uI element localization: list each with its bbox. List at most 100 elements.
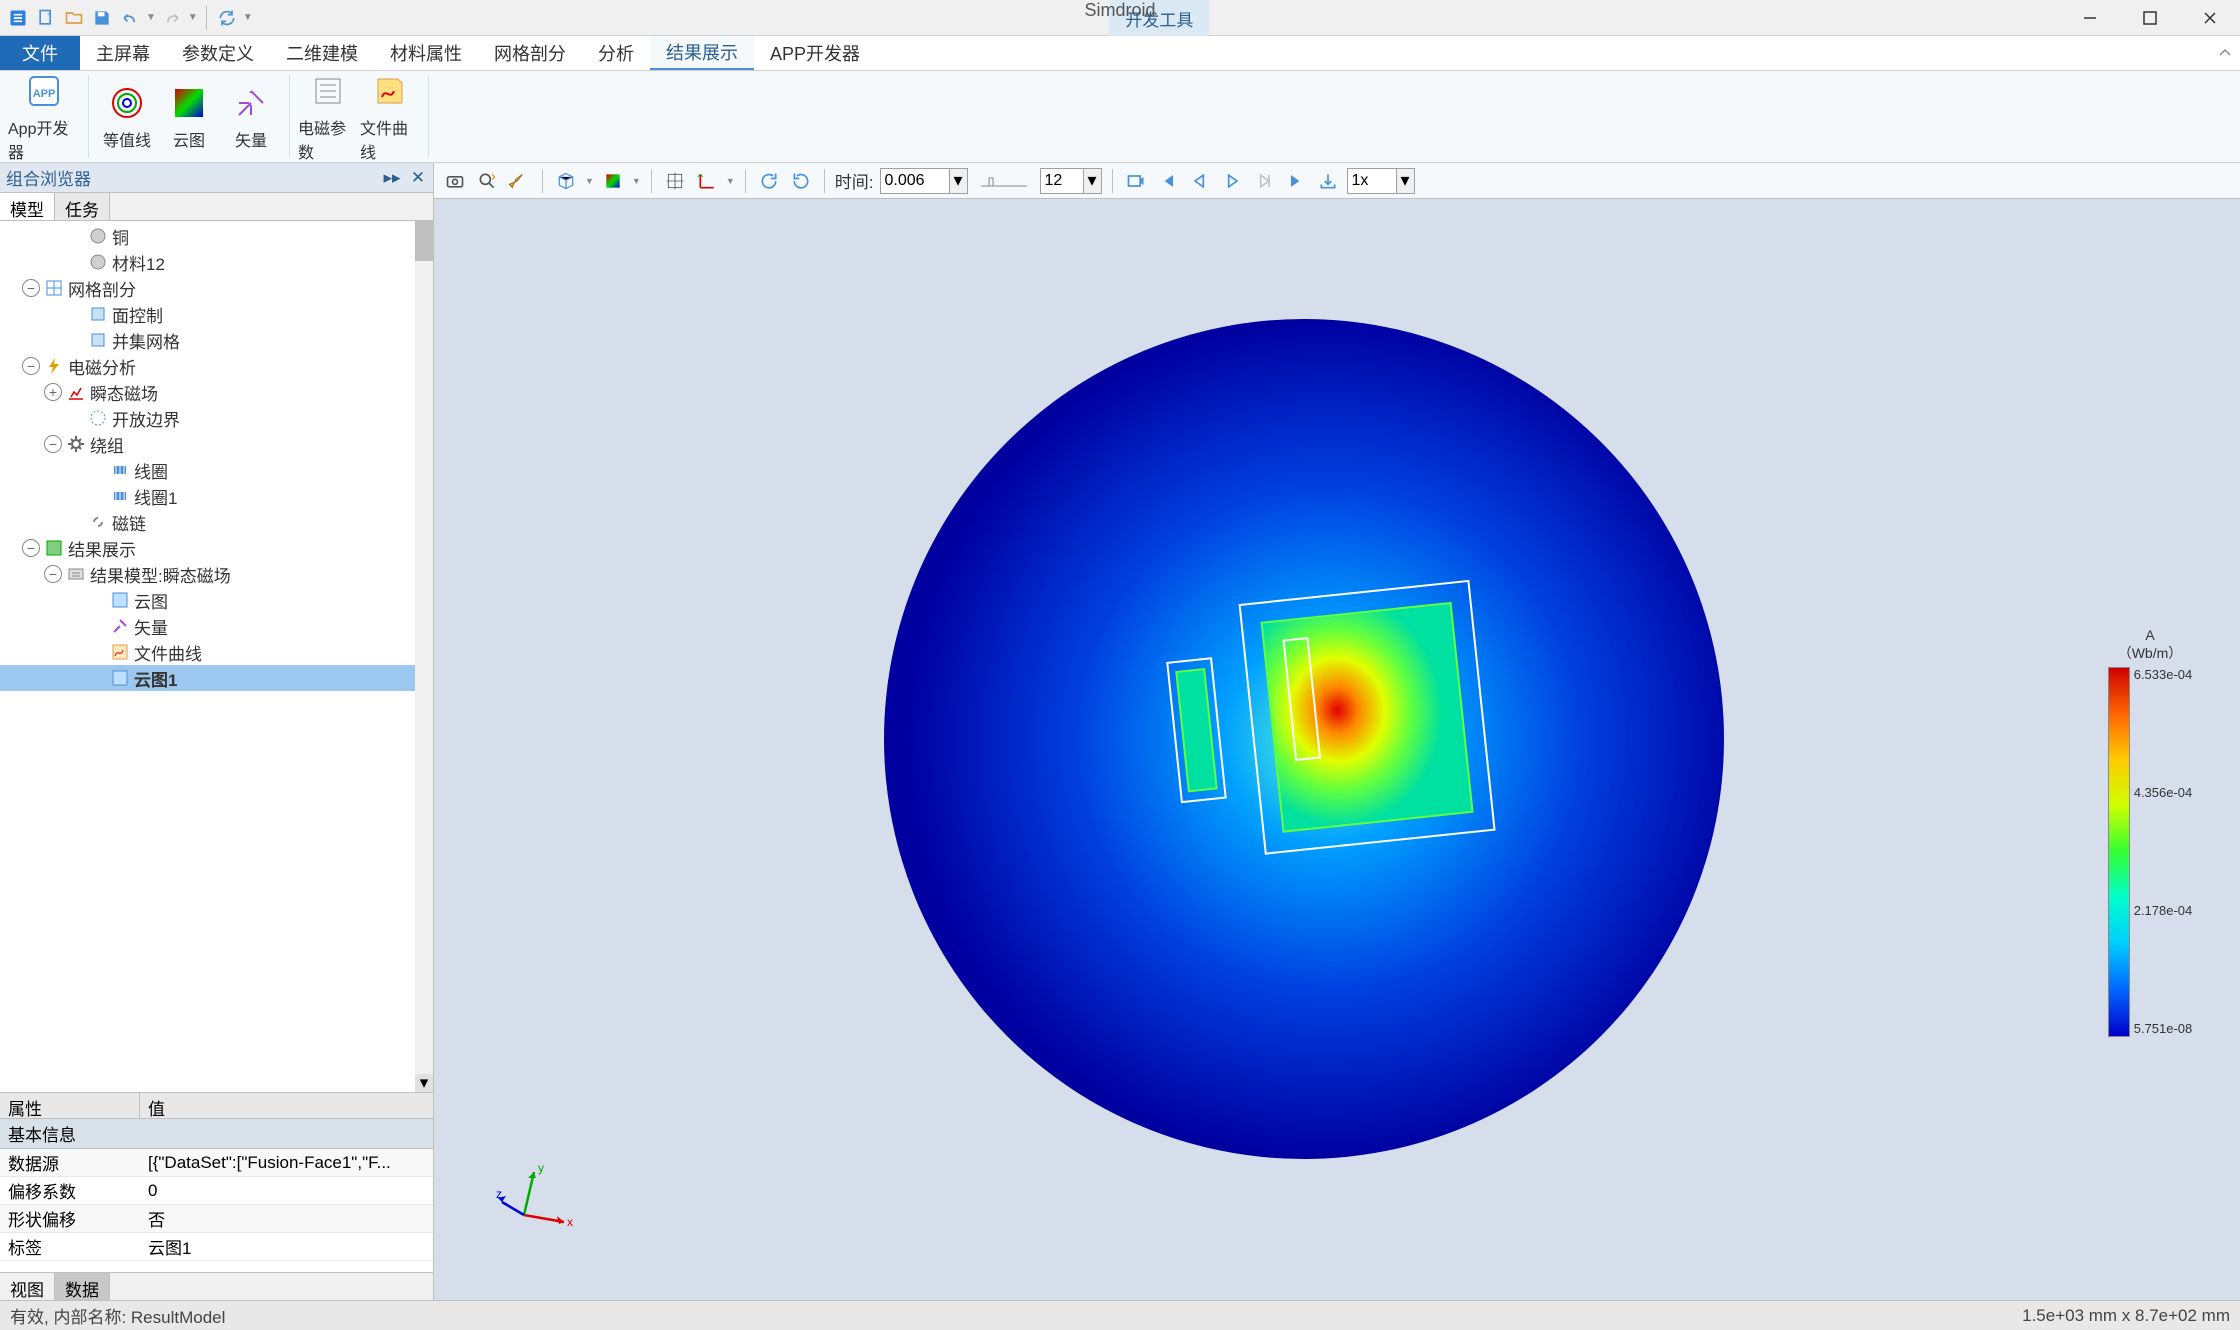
camera-icon[interactable]	[442, 168, 468, 194]
model-icon	[66, 564, 86, 584]
ribbon-expand-icon[interactable]	[2210, 36, 2240, 70]
tree-item-16[interactable]: 文件曲线	[0, 639, 433, 665]
chevron-down-icon[interactable]: ▾	[950, 168, 968, 194]
tree-toggle-icon[interactable]: +	[44, 383, 62, 401]
chevron-down-icon[interactable]: ▼	[726, 176, 735, 186]
axes-icon[interactable]	[694, 168, 720, 194]
viewport-3d[interactable]: x y z A （Wb/m） 6.533e-044.356e-042.178e-…	[434, 199, 2240, 1300]
tree-toggle-icon[interactable]: −	[22, 539, 40, 557]
tree-item-14[interactable]: 云图	[0, 587, 433, 613]
skip-first-icon[interactable]	[1155, 168, 1181, 194]
menu-tab-6[interactable]: 结果展示	[650, 36, 754, 70]
tree-item-0[interactable]: 铜	[0, 223, 433, 249]
props-section: 基本信息	[0, 1119, 433, 1149]
ribbon: APP App开发器 等值线 云图 矢量 电磁参数 文件曲线	[0, 71, 2240, 163]
step-forward-icon[interactable]	[1251, 168, 1277, 194]
colormap-icon[interactable]	[600, 168, 626, 194]
tree-item-10[interactable]: 线圈1	[0, 483, 433, 509]
chevron-down-icon[interactable]: ▾	[1084, 168, 1102, 194]
tree-item-3[interactable]: 面控制	[0, 301, 433, 327]
tree-item-4[interactable]: 并集网格	[0, 327, 433, 353]
menu-tab-4[interactable]: 网格剖分	[478, 36, 582, 70]
menu-tab-0[interactable]: 主屏幕	[80, 36, 166, 70]
skip-last-icon[interactable]	[1283, 168, 1309, 194]
panel-title: 组合浏览器	[6, 165, 91, 190]
tree-item-15[interactable]: 矢量	[0, 613, 433, 639]
menu-tab-1[interactable]: 参数定义	[166, 36, 270, 70]
ribbon-cloud-plot-icon[interactable]: 云图	[159, 75, 219, 158]
play-icon[interactable]	[1219, 168, 1245, 194]
menu-tab-5[interactable]: 分析	[582, 36, 650, 70]
export-icon[interactable]	[1315, 168, 1341, 194]
minimize-button[interactable]	[2060, 0, 2120, 35]
chevron-down-icon[interactable]: ▾	[1397, 168, 1415, 194]
tree-item-11[interactable]: 磁链	[0, 509, 433, 535]
chevron-down-icon[interactable]: ▼	[585, 176, 594, 186]
cube-icon[interactable]	[553, 168, 579, 194]
ribbon-app-icon[interactable]: APP App开发器	[8, 75, 80, 158]
props-key: 标签	[0, 1234, 140, 1259]
panel-forward-icon[interactable]: ▸▸	[383, 169, 401, 187]
tree-item-13[interactable]: −结果模型:瞬态磁场	[0, 561, 433, 587]
record-icon[interactable]	[1123, 168, 1149, 194]
rotate-ccw-icon[interactable]	[788, 168, 814, 194]
ribbon-contour-icon[interactable]: 等值线	[97, 75, 157, 158]
scrollbar-down-icon[interactable]: ▾	[415, 1074, 433, 1092]
tree-toggle-icon[interactable]: −	[22, 357, 40, 375]
tree-item-1[interactable]: 材料12	[0, 249, 433, 275]
tree-item-8[interactable]: −绕组	[0, 431, 433, 457]
menu-tab-2[interactable]: 二维建模	[270, 36, 374, 70]
tree-item-6[interactable]: +瞬态磁场	[0, 379, 433, 405]
panel-tab-1[interactable]: 任务	[55, 193, 110, 220]
chevron-down-icon[interactable]: ▼	[243, 12, 253, 23]
redo-icon[interactable]	[160, 6, 184, 30]
model-tree[interactable]: 铜材料12−网格剖分面控制并集网格−电磁分析+瞬态磁场开放边界−绕组线圈线圈1磁…	[0, 221, 433, 1092]
link-icon	[88, 512, 108, 532]
tree-item-2[interactable]: −网格剖分	[0, 275, 433, 301]
panel-close-icon[interactable]: ✕	[409, 169, 427, 187]
panel-tab-0[interactable]: 模型	[0, 193, 55, 220]
tree-toggle-icon[interactable]: −	[44, 565, 62, 583]
ribbon-em-params-icon[interactable]: 电磁参数	[298, 75, 358, 158]
tree-item-7[interactable]: 开放边界	[0, 405, 433, 431]
tree-item-17[interactable]: 云图1	[0, 665, 433, 691]
props-row-3[interactable]: 标签 云图1	[0, 1233, 433, 1261]
tree-item-9[interactable]: 线圈	[0, 457, 433, 483]
logo-icon[interactable]	[6, 6, 30, 30]
tree-scrollbar[interactable]: ▾	[415, 221, 433, 1092]
menu-tab-3[interactable]: 材料属性	[374, 36, 478, 70]
new-icon[interactable]	[34, 6, 58, 30]
zoom-fit-icon[interactable]	[474, 168, 500, 194]
tree-toggle-icon[interactable]: −	[44, 435, 62, 453]
speed-input[interactable]	[1347, 168, 1397, 194]
props-row-0[interactable]: 数据源 [{"DataSet":["Fusion-Face1","F...	[0, 1149, 433, 1177]
props-row-2[interactable]: 形状偏移 否	[0, 1205, 433, 1233]
tree-item-5[interactable]: −电磁分析	[0, 353, 433, 379]
timeline-icon[interactable]	[974, 168, 1034, 194]
step-back-icon[interactable]	[1187, 168, 1213, 194]
save-icon[interactable]	[90, 6, 114, 30]
ribbon-vector-icon[interactable]: 矢量	[221, 75, 281, 158]
file-menu[interactable]: 文件	[0, 36, 80, 70]
rotate-cw-icon[interactable]	[756, 168, 782, 194]
chevron-down-icon[interactable]: ▼	[188, 12, 198, 23]
menu-tab-7[interactable]: APP开发器	[754, 36, 876, 70]
undo-icon[interactable]	[118, 6, 142, 30]
tree-toggle-icon[interactable]: −	[22, 279, 40, 297]
maximize-button[interactable]	[2120, 0, 2180, 35]
frame-input[interactable]	[1040, 168, 1084, 194]
open-icon[interactable]	[62, 6, 86, 30]
chevron-down-icon[interactable]: ▼	[632, 176, 641, 186]
bottom-tab-0[interactable]: 视图	[0, 1273, 55, 1300]
scrollbar-thumb[interactable]	[415, 221, 433, 261]
ribbon-file-curve-icon[interactable]: 文件曲线	[360, 75, 420, 158]
chevron-down-icon[interactable]: ▼	[146, 12, 156, 23]
brush-icon[interactable]	[506, 168, 532, 194]
crosshair-icon[interactable]	[662, 168, 688, 194]
close-button[interactable]	[2180, 0, 2240, 35]
bottom-tab-1[interactable]: 数据	[55, 1273, 110, 1300]
refresh-icon[interactable]	[215, 6, 239, 30]
props-row-1[interactable]: 偏移系数 0	[0, 1177, 433, 1205]
time-input[interactable]	[880, 168, 950, 194]
tree-item-12[interactable]: −结果展示	[0, 535, 433, 561]
